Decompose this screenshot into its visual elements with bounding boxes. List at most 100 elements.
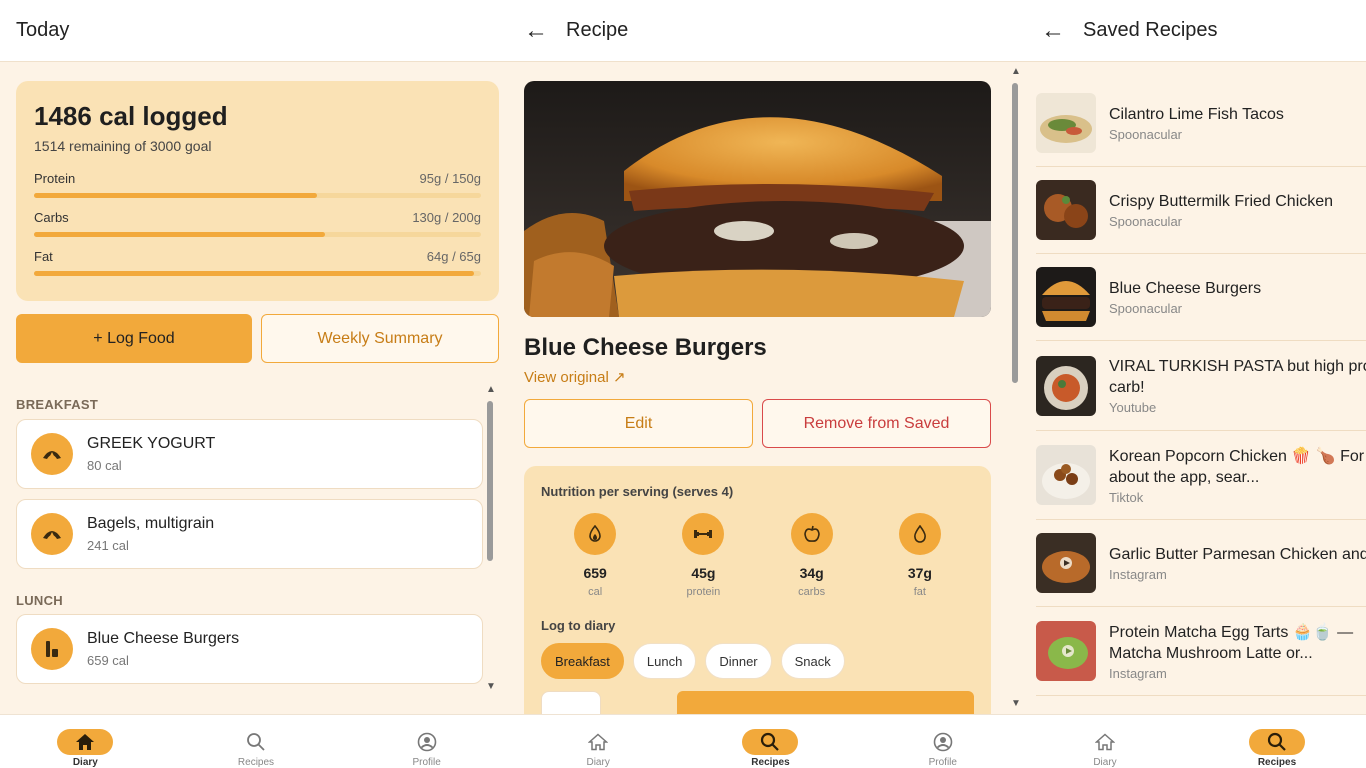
nutrition-protein: 45g protein xyxy=(663,513,743,598)
macro-progress-fill xyxy=(34,232,325,237)
nav-label: Recipes xyxy=(237,757,275,768)
bottom-nav: Diary Recipes xyxy=(1029,714,1366,768)
nav-label: Profile xyxy=(412,757,441,768)
nutrition-fat: 37g fat xyxy=(880,513,960,598)
saved-recipe-item[interactable]: Korean Popcorn Chicken 🍿 🍗 For about the … xyxy=(1036,431,1366,520)
saved-recipe-item[interactable]: Garlic Butter Parmesan Chicken and Instag… xyxy=(1036,520,1366,607)
macro-carbs: Carbs 130g / 200g xyxy=(34,210,481,237)
app-root: Today 1486 cal logged 1514 remaining of … xyxy=(0,0,1366,768)
weekly-summary-button[interactable]: Weekly Summary xyxy=(261,314,499,363)
saved-recipe-item[interactable]: Cilantro Lime Fish Tacos Spoonacular xyxy=(1036,80,1366,167)
scroll-down-arrow-icon[interactable]: ▼ xyxy=(486,681,496,692)
meal-chip-breakfast[interactable]: Breakfast xyxy=(541,643,624,679)
recipe-thumbnail xyxy=(1036,533,1096,593)
saved-recipe-title: Blue Cheese Burgers xyxy=(1109,280,1262,297)
diary-scrollbar[interactable] xyxy=(487,401,493,561)
flame-icon xyxy=(574,513,617,555)
saved-recipe-title: Korean Popcorn Chicken 🍿 🍗 For xyxy=(1109,447,1365,465)
food-entry[interactable]: GREEK YOGURT 80 cal xyxy=(16,419,483,489)
food-name: Blue Cheese Burgers xyxy=(87,630,240,647)
macro-label: Protein xyxy=(34,171,76,186)
home-icon xyxy=(570,729,626,755)
scroll-down-arrow-icon[interactable]: ▼ xyxy=(1011,698,1021,709)
recipe-name: Blue Cheese Burgers xyxy=(524,334,767,361)
nav-diary[interactable]: Diary xyxy=(25,715,145,768)
croissant-icon xyxy=(31,513,73,555)
view-original-link[interactable]: View original ↗ xyxy=(524,368,626,386)
nutrition-value: 37g xyxy=(907,565,932,581)
saved-top-bar: ← Saved Recipes xyxy=(1029,0,1366,62)
macro-label: Fat xyxy=(34,249,53,264)
food-calories: 659 cal xyxy=(87,653,129,668)
profile-icon xyxy=(399,729,455,755)
nutrition-carbs: 34g carbs xyxy=(772,513,852,598)
saved-recipe-source: Instagram xyxy=(1109,665,1167,681)
bottom-nav: Diary Recipes Profile xyxy=(0,714,512,768)
remove-from-saved-button[interactable]: Remove from Saved xyxy=(762,399,991,448)
nav-profile[interactable]: Profile xyxy=(367,715,487,768)
saved-recipe-source: Spoonacular xyxy=(1109,214,1182,229)
nav-profile[interactable]: Profile xyxy=(883,715,1003,768)
saved-recipe-title-line2: carb! xyxy=(1109,379,1145,396)
search-icon xyxy=(228,729,284,755)
back-arrow-icon[interactable]: ← xyxy=(1041,18,1065,43)
page-title: Recipe xyxy=(566,19,629,41)
recipe-scrollbar[interactable] xyxy=(1012,83,1018,383)
nutrition-label: carbs xyxy=(798,586,826,598)
macro-progress-bar xyxy=(34,271,481,276)
nutrition-grid: 659 cal 45g protein 34g carbs 37g fat xyxy=(541,513,974,598)
nav-label: Recipes xyxy=(751,757,790,768)
saved-recipe-item[interactable]: Blue Cheese Burgers Spoonacular xyxy=(1036,254,1366,341)
recipe-thumbnail xyxy=(1036,93,1096,153)
saved-recipe-title: Garlic Butter Parmesan Chicken and xyxy=(1109,546,1366,563)
meal-chip-dinner[interactable]: Dinner xyxy=(705,643,772,679)
back-arrow-icon[interactable]: ← xyxy=(524,18,548,43)
food-entry[interactable]: Blue Cheese Burgers 659 cal xyxy=(16,614,483,684)
macro-protein: Protein 95g / 150g xyxy=(34,171,481,198)
meal-chip-snack[interactable]: Snack xyxy=(780,643,845,679)
edit-button[interactable]: Edit xyxy=(524,399,753,448)
macro-progress-bar xyxy=(34,193,481,198)
diary-screen: Today 1486 cal logged 1514 remaining of … xyxy=(0,0,512,768)
saved-recipe-title: Cilantro Lime Fish Tacos xyxy=(1109,106,1284,123)
nav-label: Profile xyxy=(928,757,957,768)
section-lunch: LUNCH xyxy=(16,593,63,608)
calories-remaining: 1514 remaining of 3000 goal xyxy=(34,138,212,154)
nutrition-value: 34g xyxy=(799,565,824,581)
log-to-diary-heading: Log to diary xyxy=(541,618,616,633)
diary-top-bar: Today xyxy=(0,0,512,62)
nutrition-heading: Nutrition per serving (serves 4) xyxy=(541,484,734,499)
saved-recipe-item[interactable]: Crispy Buttermilk Fried Chicken Spoonacul… xyxy=(1036,167,1366,254)
log-food-button[interactable]: + Log Food xyxy=(16,314,252,363)
home-icon xyxy=(57,729,114,755)
nutrition-value: 45g xyxy=(691,565,716,581)
macro-value: 64g / 65g xyxy=(426,249,481,264)
saved-recipe-source: Youtube xyxy=(1109,400,1157,415)
nav-diary[interactable]: Diary xyxy=(538,715,658,768)
profile-icon xyxy=(915,729,971,755)
saved-recipe-item[interactable]: VIRAL TURKISH PASTA but high pro carb! You… xyxy=(1036,341,1366,431)
food-name: GREEK YOGURT xyxy=(87,435,216,452)
nav-recipes[interactable]: Recipes xyxy=(196,715,316,768)
saved-recipe-source: Instagram xyxy=(1109,567,1167,582)
saved-recipe-source: Spoonacular xyxy=(1109,127,1182,142)
recipe-top-bar: ← Recipe xyxy=(512,0,1029,62)
scroll-up-arrow-icon[interactable]: ▲ xyxy=(1011,66,1021,77)
recipe-thumbnail xyxy=(1036,355,1096,416)
meal-chip-lunch[interactable]: Lunch xyxy=(632,643,697,679)
scroll-up-arrow-icon[interactable]: ▲ xyxy=(486,384,496,395)
nav-diary[interactable]: Diary xyxy=(1045,715,1165,768)
food-entry[interactable]: Bagels, multigrain 241 cal xyxy=(16,499,483,569)
saved-recipe-title-line2: about the app, sear... xyxy=(1109,468,1260,486)
recipe-hero-image xyxy=(524,81,991,317)
nav-label: Diary xyxy=(72,757,98,768)
recipe-thumbnail xyxy=(1036,445,1096,505)
page-title: Today xyxy=(16,19,70,41)
nav-recipes[interactable]: Recipes xyxy=(710,715,830,768)
nav-recipes[interactable]: Recipes xyxy=(1217,715,1337,768)
saved-recipe-item[interactable]: Protein Matcha Egg Tarts 🧁🍵 — Matcha Mush… xyxy=(1036,607,1366,696)
nutrition-label: cal xyxy=(588,586,603,598)
saved-recipe-title: Crispy Buttermilk Fried Chicken xyxy=(1109,193,1334,210)
food-name: Bagels, multigrain xyxy=(87,515,215,532)
page-title: Saved Recipes xyxy=(1083,19,1218,41)
